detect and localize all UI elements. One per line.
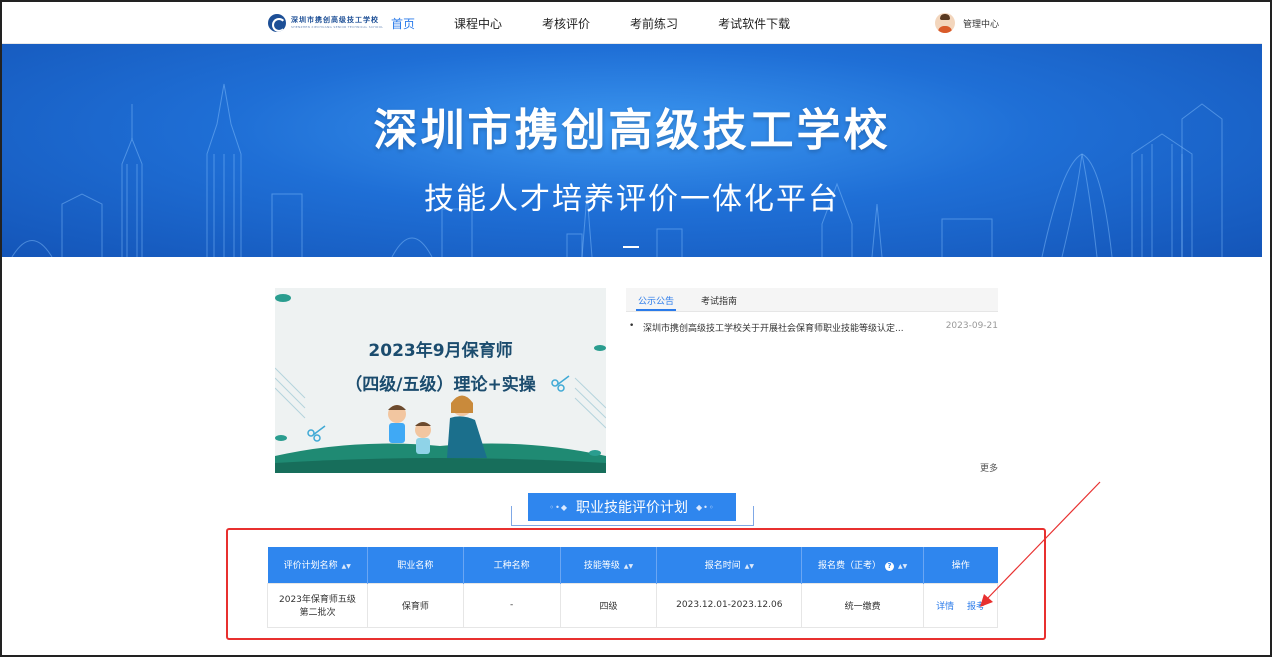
logo-text: 深圳市携创高级技工学校 SHENZHEN XIECHUANG SENIOR TE…: [291, 17, 383, 29]
col-actions-label: 操作: [951, 561, 970, 572]
more-link[interactable]: 更多: [980, 461, 998, 474]
col-plan-name-label: 评价计划名称: [283, 561, 338, 572]
sort-icon[interactable]: ▲▼: [342, 563, 351, 570]
help-icon[interactable]: ?: [885, 562, 895, 572]
col-level-label: 技能等级: [583, 561, 620, 572]
banner-title: 深圳市携创高级技工学校: [373, 105, 891, 156]
logo-cn: 深圳市携创高级技工学校: [291, 16, 379, 24]
col-period[interactable]: 报名时间 ▲▼: [656, 547, 803, 583]
decor-dots-icon: ◦•◆: [549, 502, 568, 512]
cell-job-type: -: [462, 582, 561, 628]
nav-home[interactable]: 首页: [391, 15, 415, 32]
section-title-text: 职业技能评价计划: [576, 500, 688, 516]
evaluation-plan-table: 评价计划名称 ▲▼ 职业名称 工种名称 技能等级 ▲▼ 报名时间 ▲▼ 报名费（正考）…: [267, 547, 998, 628]
cell-fee: 统一缴费: [801, 582, 925, 628]
school-logo[interactable]: 深圳市携创高级技工学校 SHENZHEN XIECHUANG SENIOR TE…: [268, 14, 383, 32]
logo-en: SHENZHEN XIECHUANG SENIOR TECHNICAL SCHO…: [291, 25, 384, 29]
section-title: ◦•◆ 职业技能评价计划 ◆•◦: [528, 493, 736, 521]
sort-icon[interactable]: ▲▼: [898, 563, 907, 570]
main-nav: 首页 课程中心 考核评价 考前练习 考试软件下载: [391, 15, 830, 32]
notice-tabs: 公示公告 考试指南: [626, 288, 998, 312]
col-level[interactable]: 技能等级 ▲▼: [560, 547, 658, 583]
list-item[interactable]: • 深圳市携创高级技工学校关于开展社会保育师职业技能等级认定... 2023-0…: [626, 321, 998, 335]
cell-period: 2023.12.01-2023.12.06: [656, 582, 803, 628]
plan-name-line1: 2023年保育师五级: [279, 595, 356, 605]
poster-title-line1: 2023年9月保育师: [368, 341, 513, 361]
nav-software-download[interactable]: 考试软件下载: [718, 15, 790, 32]
active-tab-indicator: [636, 309, 676, 311]
nav-courses[interactable]: 课程中心: [454, 15, 502, 32]
cell-occupation: 保育师: [366, 582, 464, 628]
hero-banner: 深圳市携创高级技工学校 技能人才培养评价一体化平台: [2, 44, 1262, 257]
bullet-icon: •: [629, 321, 635, 331]
col-fee[interactable]: 报名费（正考）? ▲▼: [801, 547, 925, 583]
carousel-indicator[interactable]: [623, 246, 639, 248]
notice-date: 2023-09-21: [945, 321, 998, 331]
col-actions: 操作: [923, 547, 998, 583]
school-emblem-icon: [268, 14, 286, 32]
banner-subtitle: 技能人才培养评价一体化平台: [424, 182, 840, 217]
top-header: 深圳市携创高级技工学校 SHENZHEN XIECHUANG SENIOR TE…: [2, 2, 1262, 44]
sort-icon[interactable]: ▲▼: [745, 563, 754, 570]
col-job-type: 工种名称: [463, 547, 561, 583]
sort-icon[interactable]: ▲▼: [624, 563, 633, 570]
col-period-label: 报名时间: [704, 561, 741, 572]
user-menu[interactable]: 管理中心: [935, 13, 999, 33]
cell-plan-name: 2023年保育师五级 第二批次: [267, 582, 368, 628]
decor-dots-icon: ◆•◦: [696, 502, 715, 512]
col-occupation-label: 职业名称: [397, 561, 434, 572]
cell-level: 四级: [559, 582, 658, 628]
tab-exam-guide[interactable]: 考试指南: [701, 294, 737, 307]
col-job-type-label: 工种名称: [493, 561, 530, 572]
nav-practice[interactable]: 考前练习: [630, 15, 678, 32]
notice-panel: 公示公告 考试指南 • 深圳市携创高级技工学校关于开展社会保育师职业技能等级认定…: [626, 288, 998, 478]
apply-link[interactable]: 报考: [967, 602, 985, 612]
nav-assessment[interactable]: 考核评价: [542, 15, 590, 32]
table-header-row: 评价计划名称 ▲▼ 职业名称 工种名称 技能等级 ▲▼ 报名时间 ▲▼ 报名费（正考）…: [267, 547, 998, 583]
col-plan-name[interactable]: 评价计划名称 ▲▼: [267, 547, 368, 583]
detail-link[interactable]: 详情: [936, 602, 954, 612]
feature-poster[interactable]: 2023年9月保育师 （四级/五级）理论+实操: [275, 288, 606, 473]
notice-title[interactable]: 深圳市携创高级技工学校关于开展社会保育师职业技能等级认定...: [643, 321, 933, 334]
col-fee-label: 报名费（正考）: [818, 561, 882, 572]
col-occupation: 职业名称: [367, 547, 464, 583]
avatar: [935, 13, 955, 33]
plan-name-line2: 第二批次: [299, 608, 336, 618]
cell-actions: 详情 报考: [923, 582, 998, 628]
poster-title-line2: （四级/五级）理论+实操: [345, 375, 536, 395]
table-row: 2023年保育师五级 第二批次 保育师 - 四级 2023.12.01-2023…: [267, 582, 998, 628]
admin-center-link[interactable]: 管理中心: [963, 17, 999, 30]
tab-announcements[interactable]: 公示公告: [638, 294, 674, 307]
